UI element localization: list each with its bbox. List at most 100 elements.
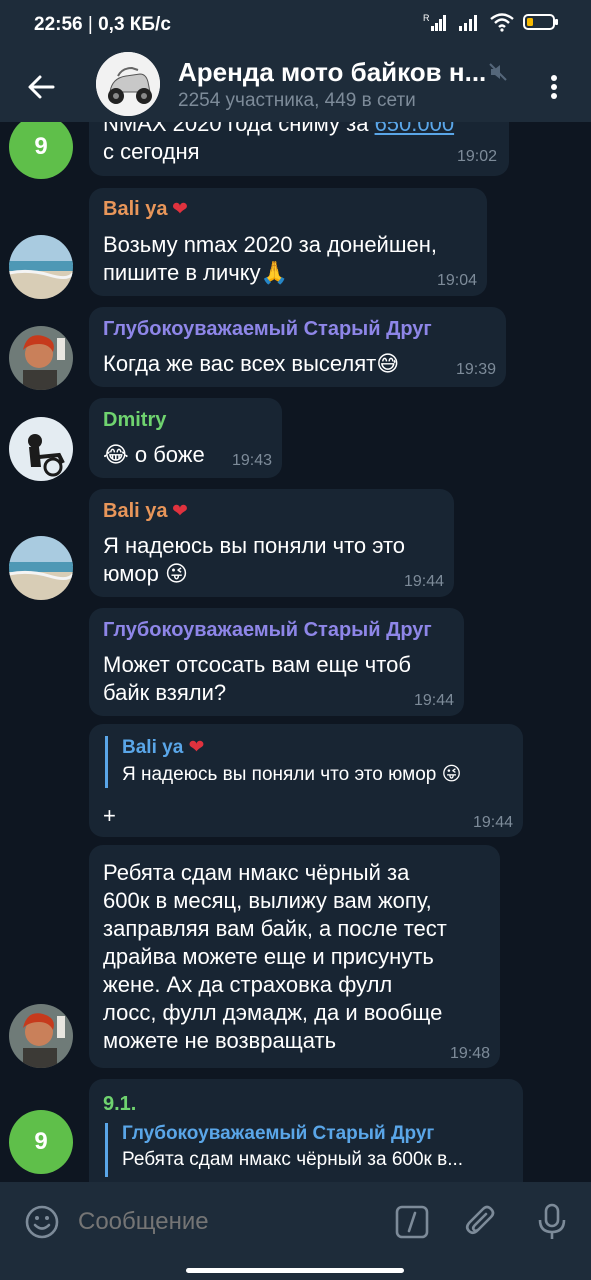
heart-emoji-icon: ❤ xyxy=(172,199,188,220)
heart-emoji-icon: ❤ xyxy=(172,501,188,522)
message-time: 19:43 xyxy=(231,452,272,469)
message-input[interactable] xyxy=(78,1200,378,1244)
avatar[interactable] xyxy=(9,326,73,390)
sweat-smile-emoji-icon: 😅 xyxy=(376,351,400,376)
avatar[interactable]: 9 xyxy=(9,1110,73,1174)
pray-emoji-icon: 🙏 xyxy=(260,260,288,285)
chat-subtitle: 2254 участника, 449 в сети xyxy=(178,90,416,111)
scooter-image-icon xyxy=(96,52,160,116)
sender-name[interactable]: Dmitry xyxy=(103,409,166,432)
network-speed: 0,3 КБ/с xyxy=(98,14,171,35)
joy-emoji-icon: 😂 xyxy=(103,442,129,467)
message-bubble[interactable]: Bali ya ❤ Я надеюсь вы поняли что это юм… xyxy=(89,489,454,597)
status-separator: | xyxy=(87,14,99,35)
moto-photo-icon xyxy=(9,417,73,481)
chat-header: Аренда мото байков н... 2254 участника, … xyxy=(0,52,591,122)
person-photo-icon xyxy=(9,1004,73,1068)
message-text-part: Я надеюсь вы поняли что это юмор xyxy=(103,533,406,586)
status-time: 22:56 xyxy=(34,14,83,35)
heart-emoji-icon: ❤ xyxy=(188,737,205,758)
beach-photo-icon xyxy=(9,536,73,600)
message-text: с сегодня xyxy=(103,139,200,164)
paperclip-icon xyxy=(465,1205,495,1235)
message-input-bar xyxy=(0,1182,591,1280)
message-text: 😂 о боже xyxy=(103,441,205,469)
message-list[interactable]: 9 NMAX 2020 года сниму за 650.000 с сего… xyxy=(0,122,591,1182)
message-text: Может отсосать вам еще чтоб байк взяли? xyxy=(103,652,411,705)
message-time: 19:39 xyxy=(455,361,496,378)
status-bar: 22:56 | 0,3 КБ/с R xyxy=(0,0,591,52)
message-text: Возьму nmax 2020 за донейшен, пишите в л… xyxy=(103,231,437,287)
reply-sender-name: Bali ya xyxy=(122,737,184,758)
home-indicator xyxy=(186,1268,404,1273)
voice-button[interactable] xyxy=(530,1200,574,1244)
message-bubble[interactable]: Глубокоуважаемый Старый Друг Может отсос… xyxy=(89,608,464,716)
message-time: 19:44 xyxy=(413,692,454,709)
price-link[interactable]: 650.000 xyxy=(375,122,455,136)
group-avatar[interactable] xyxy=(96,52,160,116)
avatar[interactable]: 9 xyxy=(9,122,73,179)
message-text-part: NMAX 2020 года сниму за xyxy=(103,122,375,136)
message-time: 19:04 xyxy=(436,272,477,289)
signal-r-icon: R xyxy=(423,13,446,31)
message-bubble[interactable]: Bali ya ❤ Возьму nmax 2020 за донейшен, … xyxy=(89,188,487,296)
menu-button[interactable] xyxy=(536,66,572,108)
avatar[interactable] xyxy=(9,417,73,481)
reply-text-part: Я надеюсь вы поняли что это юмор xyxy=(122,764,437,785)
arrow-left-icon xyxy=(28,75,55,99)
message-bubble[interactable]: Глубокоуважаемый Старый Друг Когда же ва… xyxy=(89,307,506,387)
message-text: + xyxy=(103,803,116,828)
sender-name[interactable]: Bali ya xyxy=(103,500,167,523)
beach-photo-icon xyxy=(9,235,73,299)
reply-quote[interactable]: Bali ya ❤ Я надеюсь вы поняли что это юм… xyxy=(105,736,461,788)
reply-quote[interactable]: Глубокоуважаемый Старый Друг Ребята сдам… xyxy=(105,1123,463,1177)
message-text-part: Когда же вас всех выселят xyxy=(103,351,377,376)
message-bubble[interactable]: Ребята сдам нмакс чёрный за 600к в месяц… xyxy=(89,845,500,1068)
person-photo-icon xyxy=(9,326,73,390)
status-left: 22:56 | 0,3 КБ/с xyxy=(34,14,171,36)
microphone-icon xyxy=(538,1203,566,1239)
message-text-part: о боже xyxy=(134,442,205,467)
reply-text: Я надеюсь вы поняли что это юмор 😜 xyxy=(122,763,461,786)
message-bubble[interactable]: 9.1. Глубокоуважаемый Старый Друг Ребята… xyxy=(89,1079,523,1182)
message-time: 19:44 xyxy=(403,573,444,590)
sender-name[interactable]: Bali ya xyxy=(103,198,167,221)
message-text: Когда же вас всех выселят😅 xyxy=(103,350,399,378)
message-time: 19:44 xyxy=(472,814,513,831)
avatar-letter: 9 xyxy=(34,1128,48,1155)
message-time: 19:48 xyxy=(449,1045,490,1062)
message-bubble[interactable]: Dmitry 😂 о боже 19:43 xyxy=(89,398,282,478)
message-text: NMAX 2020 года сниму за 650.000 xyxy=(103,122,454,138)
chat-title[interactable]: Аренда мото байков н... xyxy=(178,57,486,88)
emoji-button[interactable] xyxy=(20,1200,64,1244)
wink-tongue-emoji-icon: 😜 xyxy=(164,561,188,586)
reply-sender: Bali ya ❤ xyxy=(122,736,461,759)
wifi-icon xyxy=(490,13,514,32)
message-text: Ребята сдам нмакс чёрный за 600к в месяц… xyxy=(103,860,447,1053)
avatar-letter: 9 xyxy=(34,133,48,160)
avatar[interactable] xyxy=(9,536,73,600)
attach-button[interactable] xyxy=(460,1200,504,1244)
status-icons: R xyxy=(423,12,559,32)
reply-sender: Глубокоуважаемый Старый Друг xyxy=(122,1123,435,1144)
battery-icon xyxy=(523,14,558,30)
smile-icon xyxy=(25,1205,59,1239)
message-text: Я надеюсь вы поняли что это юмор 😜 xyxy=(103,532,405,588)
message-bubble[interactable]: Bali ya ❤ Я надеюсь вы поняли что это юм… xyxy=(89,724,523,837)
signal-icon xyxy=(459,15,477,31)
sender-name[interactable]: 9.1. xyxy=(103,1093,136,1116)
wink-tongue-emoji-icon: 😜 xyxy=(441,764,462,785)
back-button[interactable] xyxy=(16,62,66,112)
slash-command-icon xyxy=(395,1205,429,1239)
svg-text:R: R xyxy=(423,13,430,23)
avatar[interactable] xyxy=(9,1004,73,1068)
sender-name[interactable]: Глубокоуважаемый Старый Друг xyxy=(103,619,432,642)
avatar[interactable] xyxy=(9,235,73,299)
message-time: 19:02 xyxy=(456,148,497,165)
muted-speaker-icon xyxy=(489,63,507,81)
reply-text: Ребята сдам нмакс чёрный за 600к в... xyxy=(122,1149,464,1170)
sender-name[interactable]: Глубокоуважаемый Старый Друг xyxy=(103,318,432,341)
message-bubble[interactable]: NMAX 2020 года сниму за 650.000 с сегодн… xyxy=(89,122,509,176)
commands-button[interactable] xyxy=(390,1200,434,1244)
more-vertical-icon xyxy=(551,75,557,99)
